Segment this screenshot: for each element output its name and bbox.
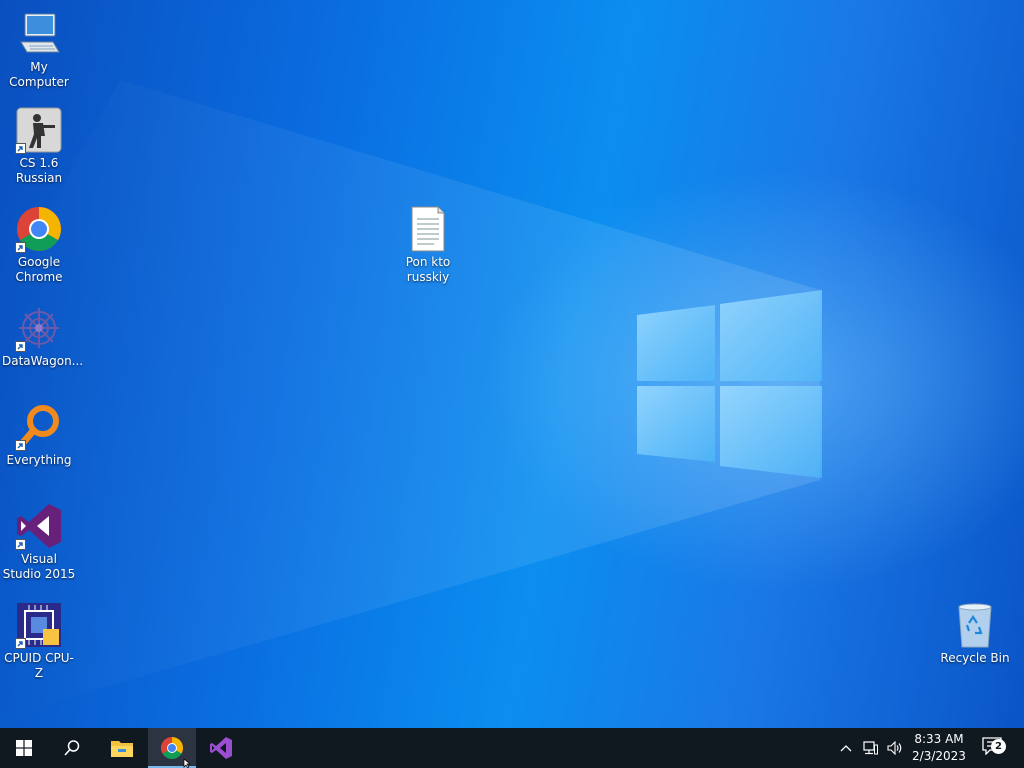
- desktop-icon-label: My Computer: [9, 60, 69, 89]
- action-center-button[interactable]: 2: [978, 728, 1008, 768]
- counter-strike-icon: [15, 106, 63, 154]
- text-document-icon: [404, 205, 452, 253]
- desktop-icon-chrome[interactable]: Google Chrome: [0, 205, 78, 285]
- desktop-icon-cpuz[interactable]: CPUID CPU-Z: [0, 601, 78, 681]
- shortcut-arrow-icon: [15, 539, 26, 550]
- desktop-icon-my-computer[interactable]: My Computer: [0, 10, 78, 90]
- desktop-icon-label: Visual Studio 2015: [2, 552, 76, 581]
- desktop-icon-label: Recycle Bin: [940, 651, 1010, 665]
- chrome-icon: [15, 205, 63, 253]
- desktop-icon-cs16[interactable]: CS 1.6 Russian: [0, 106, 78, 186]
- recycle-bin-icon: [951, 601, 999, 649]
- desktop-icon-label: Pon kto russkiy: [405, 255, 451, 284]
- notification-count-badge: 2: [991, 739, 1006, 754]
- desktop-wallpaper: [0, 0, 1024, 728]
- network-icon: [863, 741, 878, 755]
- datawagon-gear-icon: [15, 304, 63, 352]
- taskbar-visual-studio[interactable]: [197, 728, 245, 768]
- clock-button[interactable]: 8:33 AM 2/3/2023: [908, 728, 970, 768]
- shortcut-arrow-icon: [15, 440, 26, 451]
- clock-time: 8:33 AM: [914, 732, 964, 746]
- taskbar-file-explorer[interactable]: [98, 728, 146, 768]
- chrome-icon: [161, 737, 183, 759]
- folder-icon: [111, 741, 133, 757]
- desktop-icon-everything[interactable]: Everything: [0, 403, 78, 468]
- search-button[interactable]: [48, 728, 96, 768]
- desktop-icon-label: Google Chrome: [15, 255, 63, 284]
- desktop-icon-label: Everything: [6, 453, 72, 467]
- visual-studio-icon: [15, 502, 63, 550]
- visual-studio-icon: [210, 737, 232, 759]
- mouse-cursor-icon: [183, 759, 191, 768]
- search-icon: [64, 740, 80, 756]
- chevron-up-icon: [840, 745, 852, 752]
- network-button[interactable]: [860, 728, 882, 768]
- speaker-icon: [887, 741, 902, 755]
- desktop-icon-datawagon[interactable]: DataWagon...: [0, 304, 84, 369]
- shortcut-arrow-icon: [15, 341, 26, 352]
- computer-icon: [15, 10, 63, 58]
- desktop-icon-label: CS 1.6 Russian: [15, 156, 63, 185]
- shortcut-arrow-icon: [15, 143, 26, 154]
- desktop-icon-label: CPUID CPU-Z: [4, 651, 74, 680]
- start-button[interactable]: [0, 728, 48, 768]
- show-hidden-icons-button[interactable]: [836, 728, 856, 768]
- volume-button[interactable]: [884, 728, 906, 768]
- desktop-icon-label: DataWagon...: [2, 354, 84, 368]
- windows-logo-wallpaper: [0, 80, 822, 728]
- windows-logo-icon: [16, 740, 32, 756]
- shortcut-arrow-icon: [15, 242, 26, 253]
- desktop-icon-visual-studio[interactable]: Visual Studio 2015: [0, 502, 78, 582]
- taskbar: 8:33 AM 2/3/2023 2: [0, 728, 1024, 768]
- magnifier-icon: [15, 403, 63, 451]
- desktop-icon-text-file[interactable]: Pon kto russkiy: [389, 205, 467, 285]
- cpu-chip-icon: [15, 601, 63, 649]
- shortcut-arrow-icon: [15, 638, 26, 649]
- clock-date: 2/3/2023: [912, 749, 966, 763]
- desktop-icon-recycle-bin[interactable]: Recycle Bin: [936, 601, 1014, 666]
